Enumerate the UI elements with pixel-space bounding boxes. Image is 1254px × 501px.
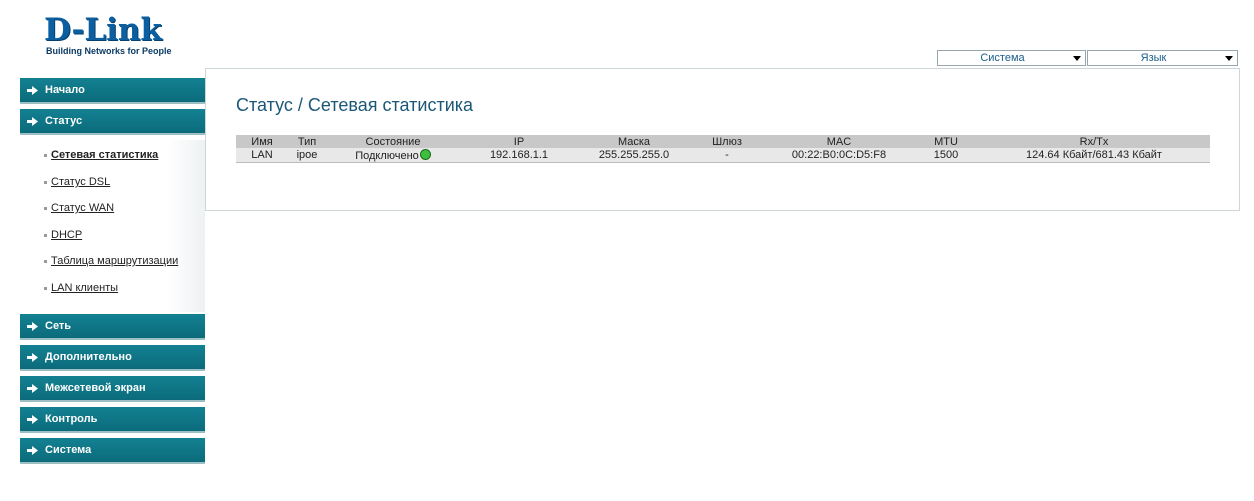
arrow-right-icon [27,322,38,331]
nav-item-home[interactable]: Начало [20,78,205,104]
nav-item-label: Система [45,444,92,456]
nav-item-status[interactable]: Статус [20,109,205,135]
submenu-item-routing-table[interactable]: Таблица маршрутизации [44,255,178,267]
nav-item-network[interactable]: Сеть [20,314,205,340]
nav-item-advanced[interactable]: Дополнительно [20,345,205,371]
submenu-link[interactable]: Таблица маршрутизации [51,255,178,267]
table-header-row: Имя Тип Состояние IP Маска Шлюз MAC MTU … [236,135,1210,148]
dlink-logo: D-Link Building Networks for People [44,14,172,56]
language-select[interactable]: Язык [1087,50,1238,66]
logo-tagline: Building Networks for People [46,46,172,56]
arrow-right-icon [27,353,38,362]
state-text: Подключено [355,149,419,162]
cell-name: LAN [236,148,288,163]
column-header: Rx/Tx [978,135,1210,148]
chevron-down-icon [1225,56,1233,61]
nav-item-label: Сеть [45,320,72,332]
arrow-right-icon [27,415,38,424]
nav-item-label: Дополнительно [45,351,132,363]
nav-item-firewall[interactable]: Межсетевой экран [20,376,205,402]
cell-mac: 00:22:B0:0C:D5:F8 [764,148,914,163]
column-header: MTU [914,135,978,148]
language-select-label: Язык [1140,52,1167,64]
bullet-icon [44,180,47,184]
cell-mask: 255.255.255.0 [578,148,690,163]
submenu-link[interactable]: LAN клиенты [51,282,118,294]
nav-item-system[interactable]: Система [20,438,205,464]
submenu-item-dhcp[interactable]: DHCP [44,229,82,241]
bullet-icon [44,206,47,210]
column-header: MAC [764,135,914,148]
chevron-down-icon [1073,56,1081,61]
system-menu-label: Система [980,52,1025,64]
column-header: Имя [236,135,288,148]
cell-type: ipoe [288,148,326,163]
nav-item-control[interactable]: Контроль [20,407,205,433]
column-header: IP [460,135,578,148]
cell-mtu: 1500 [914,148,978,163]
column-header: Состояние [326,135,460,148]
nav-item-label: Начало [45,84,85,96]
submenu-link[interactable]: DHCP [51,229,82,241]
content-panel: Статус / Сетевая статистика Имя Тип Сост… [205,68,1240,211]
arrow-right-icon [27,384,38,393]
cell-gateway: - [690,148,764,163]
bullet-icon [44,259,47,263]
submenu-link[interactable]: Сетевая статистика [51,149,158,161]
arrow-right-icon [27,117,38,126]
arrow-right-icon [27,446,38,455]
submenu-item-lan-clients[interactable]: LAN клиенты [44,282,118,294]
logo-text: D-Link [44,12,162,48]
column-header: Тип [288,135,326,148]
network-stats-table: Имя Тип Состояние IP Маска Шлюз MAC MTU … [236,135,1210,163]
nav-item-label: Статус [45,115,83,127]
connected-status-icon [419,148,431,160]
bullet-icon [44,233,47,237]
submenu-link[interactable]: Статус DSL [51,176,110,188]
nav-item-label: Контроль [45,413,98,425]
column-header: Шлюз [690,135,764,148]
system-menu-select[interactable]: Система [937,50,1086,66]
cell-ip: 192.168.1.1 [460,148,578,163]
submenu-link[interactable]: Статус WAN [51,202,114,214]
page-title: Статус / Сетевая статистика [236,95,474,115]
cell-state: Подключено [326,148,460,163]
column-header: Маска [578,135,690,148]
arrow-right-icon [27,86,38,95]
bullet-icon [44,153,47,157]
bullet-icon [44,286,47,290]
table-row: LAN ipoe Подключено 192.168.1.1 255.255.… [236,148,1210,163]
cell-rxtx: 124.64 Кбайт/681.43 Кбайт [978,148,1210,163]
submenu-item-wan-status[interactable]: Статус WAN [44,202,114,214]
nav-item-label: Межсетевой экран [45,382,146,394]
submenu-item-network-stats[interactable]: Сетевая статистика [44,149,158,161]
submenu-item-dsl-status[interactable]: Статус DSL [44,176,110,188]
